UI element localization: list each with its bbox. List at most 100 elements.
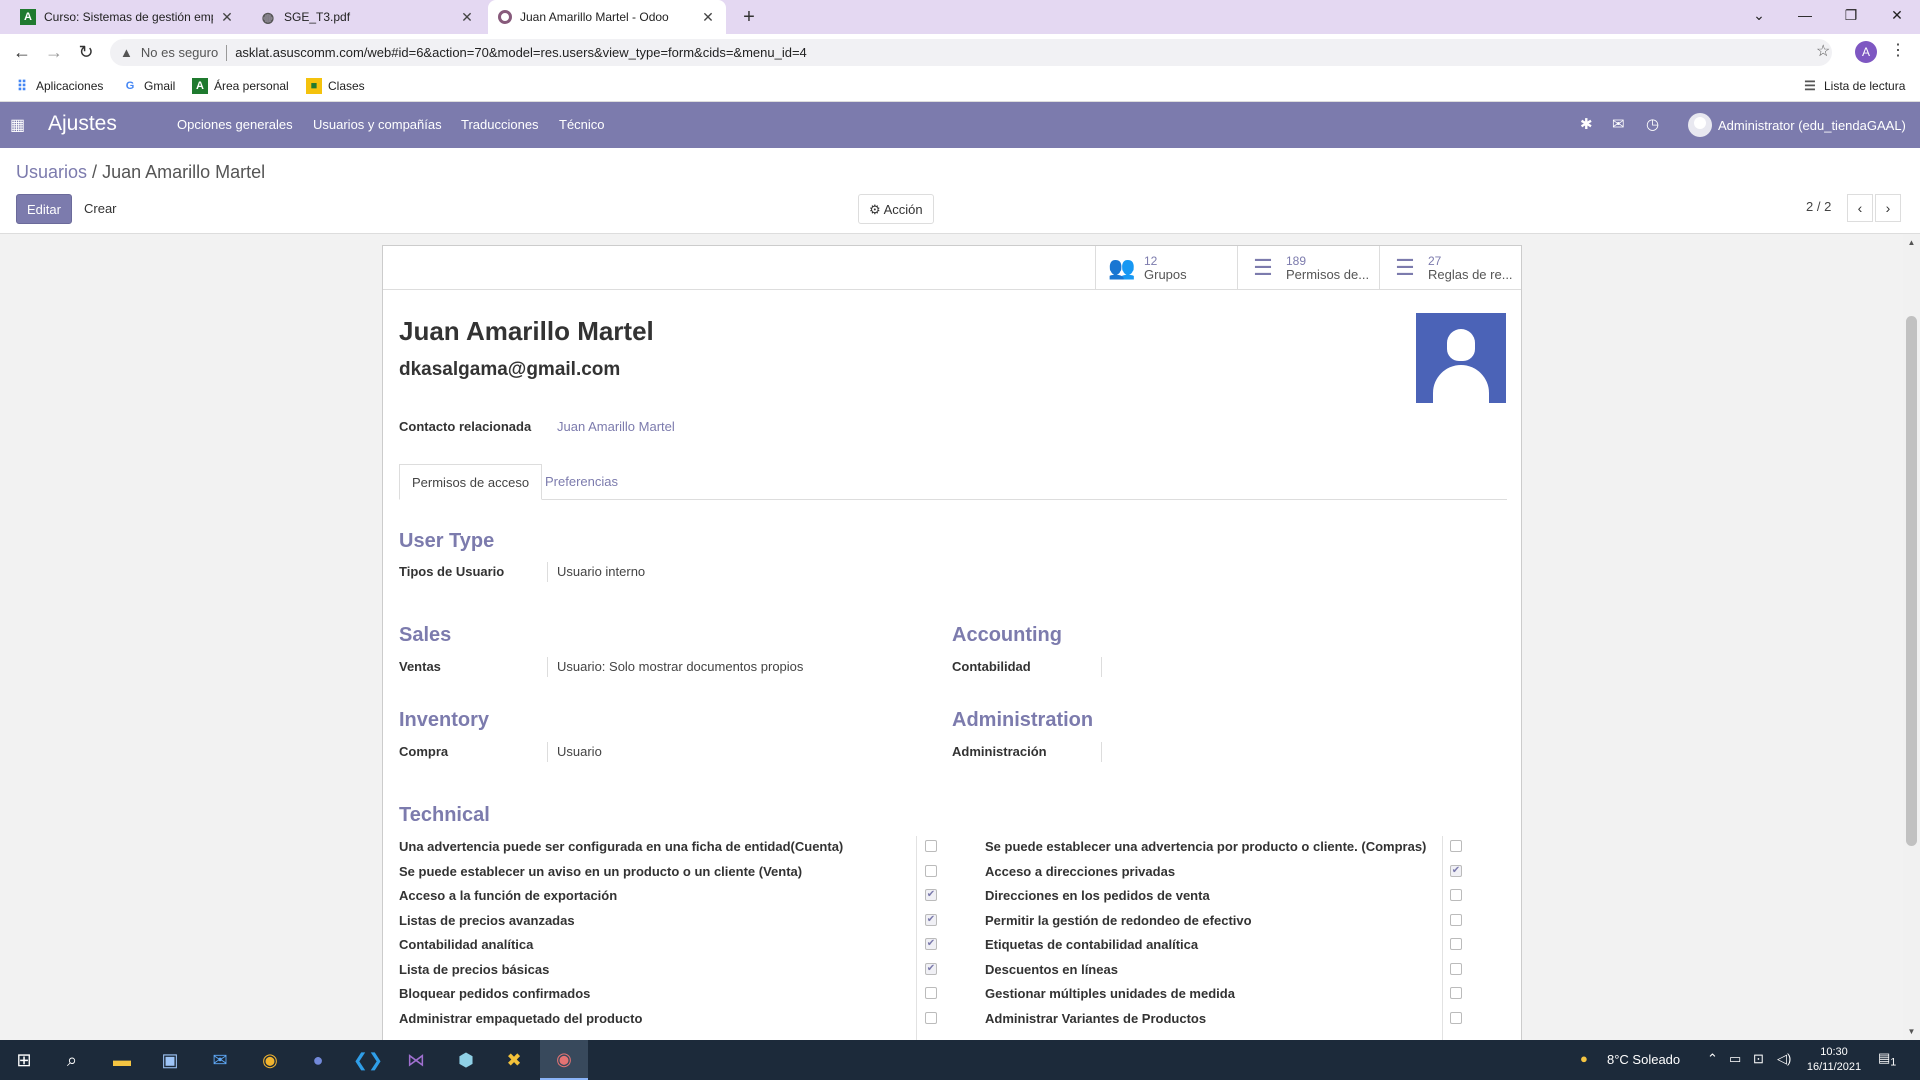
menu-translations[interactable]: Traducciones [461,117,539,132]
tech-option-checkbox[interactable]: ✔ [925,889,937,901]
windows-start-icon[interactable]: ⊞ [0,1040,48,1080]
tech-option-checkbox[interactable] [925,865,937,877]
tech-option-checkbox[interactable]: ✔ [925,914,937,926]
weather-text[interactable]: 8°C Soleado [1607,1052,1680,1067]
globe-icon: ◍ [261,8,275,25]
tech-option-checkbox[interactable]: ✔ [1450,865,1462,877]
address-bar[interactable]: ▲ No es seguro asklat.asuscomm.com/web#i… [110,39,1832,66]
action-button[interactable]: ⚙ Acción [858,194,934,224]
tech-option-checkbox[interactable]: ✔ [925,938,937,950]
chat-icon[interactable]: ✉ [1612,115,1625,133]
mail-icon[interactable]: ✉ [196,1040,244,1080]
tech-option-label: Una advertencia puede ser configurada en… [399,839,844,854]
user-type-value[interactable]: Usuario interno [557,564,645,579]
back-arrow-icon[interactable]: ← [10,40,34,64]
tab-access-rights[interactable]: Permisos de acceso [399,464,543,500]
chrome-active-icon[interactable]: ◉ [540,1040,588,1080]
vscode-icon[interactable]: ❮❯ [344,1040,392,1080]
tech-option-checkbox[interactable] [925,840,937,852]
bookmark-gmail[interactable]: G Gmail [122,70,176,102]
bookmarks-bar: ⠿ Aplicaciones G Gmail A Área personal ■… [0,70,1920,102]
bookmark-star-icon[interactable]: ☆ [1816,41,1830,61]
forward-arrow-icon[interactable]: → [42,40,66,64]
bookmark-clases[interactable]: ■ Clases [306,70,365,102]
menu-users-companies[interactable]: Usuarios y compañías [313,117,442,132]
tech-option-checkbox[interactable] [1450,889,1462,901]
close-tab-icon[interactable]: ✕ [459,9,475,26]
tech-option-label: Se puede establecer una advertencia por … [985,839,1427,854]
page-scrollbar[interactable]: ▲ ▼ [1903,234,1920,1040]
tab-search-icon[interactable]: ⌄ [1736,0,1782,30]
tech-option-label: Listas de precios avanzadas [399,913,575,928]
debug-bug-icon[interactable]: ✱ [1580,115,1593,133]
access-rights-stat-button[interactable]: ☰ 189 Permisos de... [1237,246,1379,290]
google-icon: G [125,80,135,92]
close-tab-icon[interactable]: ✕ [219,9,235,26]
weather-sun-icon[interactable]: ● [1580,1051,1588,1066]
activity-clock-icon[interactable]: ◷ [1646,115,1659,133]
minimize-icon[interactable]: — [1782,0,1828,30]
user-menu[interactable]: Administrator (edu_tiendaGAAL) [1688,113,1906,137]
discord-icon[interactable]: ● [294,1040,342,1080]
chrome-icon[interactable]: ◉ [246,1040,294,1080]
search-icon[interactable]: ⌕ [48,1040,96,1080]
virtualbox-icon[interactable]: ⬢ [442,1040,490,1080]
reload-icon[interactable]: ↻ [74,40,98,64]
scroll-up-icon[interactable]: ▲ [1903,234,1920,251]
purchase-value[interactable]: Usuario [557,744,602,759]
store-icon[interactable]: ▣ [146,1040,194,1080]
edit-button[interactable]: Editar [16,194,72,224]
menu-technical[interactable]: Técnico [559,117,605,132]
bookmark-apps[interactable]: ⠿ Aplicaciones [14,70,104,102]
tech-option-checkbox[interactable] [925,987,937,999]
tech-option-checkbox[interactable] [1450,938,1462,950]
related-contact-link[interactable]: Juan Amarillo Martel [557,419,675,434]
bookmark-area-personal[interactable]: A Área personal [192,70,289,102]
tech-option-checkbox[interactable] [925,1012,937,1024]
show-hidden-icons-icon[interactable]: ⌃ [1707,1051,1718,1067]
tech-option-checkbox[interactable] [1450,987,1462,999]
xampp-icon[interactable]: ✖ [490,1040,538,1080]
record-rules-stat-button[interactable]: ☰ 27 Reglas de re... [1379,246,1521,290]
breadcrumb-users-link[interactable]: Usuarios [16,162,87,182]
notification-center-icon[interactable]: ▤1 [1878,1050,1896,1069]
profile-avatar[interactable]: A [1855,41,1877,63]
scroll-down-icon[interactable]: ▼ [1903,1023,1920,1040]
breadcrumb-current: Juan Amarillo Martel [102,162,266,182]
groups-stat-button[interactable]: 👥 12 Grupos [1095,246,1237,290]
tech-option-checkbox[interactable] [1450,963,1462,975]
tab-preferences[interactable]: Preferencias [533,464,630,500]
browser-tab-course[interactable]: A Curso: Sistemas de gestión empr ✕ [10,0,245,34]
tech-option-checkbox[interactable] [1450,840,1462,852]
new-tab-icon[interactable]: + [737,5,761,29]
volume-icon[interactable]: ◁) [1777,1051,1791,1067]
breadcrumb: Usuarios / Juan Amarillo Martel [16,162,266,182]
pager-value[interactable]: 2 / 2 [1806,199,1831,214]
file-explorer-icon[interactable]: ▬ [98,1040,146,1080]
network-icon[interactable]: ⊡ [1753,1051,1764,1067]
tech-option-checkbox[interactable] [1450,1012,1462,1024]
control-panel: Usuarios / Juan Amarillo Martel Editar C… [0,148,1920,234]
browser-tab-odoo[interactable]: Juan Amarillo Martel - Odoo ✕ [488,0,726,34]
menu-general-settings[interactable]: Opciones generales [177,117,293,132]
close-window-icon[interactable]: ✕ [1874,0,1920,30]
pager-next-icon[interactable]: › [1875,194,1901,222]
create-button[interactable]: Crear [74,194,127,224]
close-tab-icon[interactable]: ✕ [700,9,716,26]
visual-studio-icon[interactable]: ⋈ [392,1040,440,1080]
user-photo-avatar[interactable] [1416,313,1506,403]
browser-tab-pdf[interactable]: ◍ SGE_T3.pdf ✕ [250,0,485,34]
app-name[interactable]: Ajustes [48,112,117,136]
tech-option-checkbox[interactable] [1450,914,1462,926]
tech-option-checkbox[interactable]: ✔ [925,963,937,975]
user-avatar [1688,113,1712,137]
restore-icon[interactable]: ❐ [1828,0,1874,30]
apps-menu-icon[interactable]: ▦ [10,115,25,135]
browser-menu-icon[interactable]: ⋮ [1890,40,1906,60]
pager-previous-icon[interactable]: ‹ [1847,194,1873,222]
reading-list[interactable]: ☰ Lista de lectura [1802,70,1905,102]
clock[interactable]: 10:30 16/11/2021 [1794,1045,1874,1075]
scroll-thumb[interactable] [1906,316,1917,846]
meet-now-icon[interactable]: ▭ [1729,1051,1741,1067]
sales-value[interactable]: Usuario: Solo mostrar documentos propios [557,659,803,674]
